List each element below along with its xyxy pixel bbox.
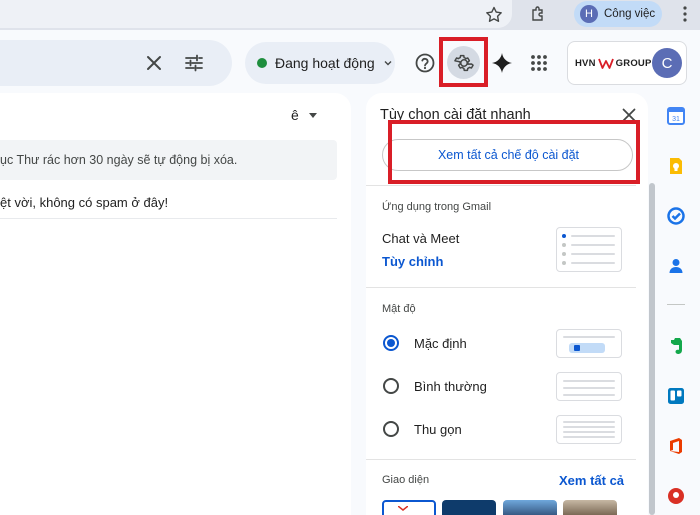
browser-menu-icon[interactable] [677, 4, 693, 24]
theme-section-label: Giao diện [382, 474, 430, 486]
account-switcher[interactable]: HVN GROUP C [567, 41, 687, 85]
addon-icon [668, 488, 684, 504]
chat-meet-label: Chat và Meet [382, 231, 460, 246]
status-dot [257, 58, 267, 68]
caret-down-icon[interactable] [309, 113, 317, 119]
density-section-label: Mật độ [382, 303, 416, 315]
contacts-icon [669, 259, 683, 273]
theme-city-thumb[interactable] [503, 500, 557, 515]
org-logo: HVN GROUP [575, 58, 652, 69]
svg-text:31: 31 [672, 116, 680, 123]
address-bar[interactable] [0, 0, 512, 28]
trello-app[interactable] [665, 385, 687, 407]
settings-highlight-box [439, 37, 488, 87]
section-divider [366, 287, 636, 288]
theme-see-all-link[interactable]: Xem tất cả [559, 473, 624, 488]
theme-default-thumb[interactable] [382, 500, 436, 515]
apps-section-label: Ứng dụng trong Gmail [382, 201, 492, 213]
density-compact-label[interactable]: Thu gọn [414, 422, 462, 437]
section-divider [366, 459, 636, 460]
clear-search-icon[interactable] [143, 52, 165, 74]
density-compact-radio[interactable] [383, 421, 399, 437]
contacts-app[interactable] [665, 255, 687, 277]
see-all-settings-highlight-box [388, 120, 640, 184]
theme-landscape-thumb[interactable] [563, 500, 617, 515]
density-comfortable-label[interactable]: Bình thường [414, 379, 487, 394]
extensions-icon[interactable] [529, 4, 549, 24]
empty-spam-message: ệt vời, không có spam ở đây! [0, 195, 169, 210]
gmail-window: H Công việc Đang hoạt động HVN GROUP C ê [0, 0, 700, 515]
status-dropdown[interactable]: Đang hoạt động [245, 42, 395, 84]
profile-name: Công việc [604, 8, 656, 20]
apps-grid-icon[interactable] [528, 52, 550, 74]
spam-notice-text: ục Thư rác hơn 30 ngày sẽ tự động bị xóa… [0, 153, 238, 167]
keep-app[interactable] [665, 155, 687, 177]
section-divider [366, 185, 636, 186]
density-default-preview[interactable] [556, 329, 622, 358]
evernote-icon [671, 338, 682, 354]
office-icon [670, 438, 682, 454]
chat-layout-preview[interactable] [556, 227, 622, 272]
browser-toolbar: H Công việc [0, 0, 700, 30]
mail-list-pane: ê ục Thư rác hơn 30 ngày sẽ tự động bị x… [0, 93, 351, 515]
keep-icon [670, 158, 682, 174]
chevron-down-icon [384, 61, 392, 66]
quick-settings-panel: Tùy chọn cài đặt nhanh Xem tất cả chế độ… [366, 93, 648, 515]
addon-app[interactable] [665, 485, 687, 507]
density-default-label[interactable]: Mặc định [414, 336, 467, 351]
trello-icon [668, 388, 684, 404]
help-icon[interactable] [414, 52, 436, 74]
org-logo-left: HVN [575, 58, 596, 69]
tasks-app[interactable] [665, 205, 687, 227]
tasks-icon [667, 207, 685, 225]
gmail-logo-icon [398, 506, 408, 513]
search-options-icon[interactable] [183, 52, 205, 74]
office-app[interactable] [665, 435, 687, 457]
spam-notice-bar: ục Thư rác hơn 30 ngày sẽ tự động bị xóa… [0, 140, 337, 180]
org-logo-mark-icon [597, 58, 614, 69]
status-label: Đang hoạt động [275, 55, 375, 71]
evernote-app[interactable] [665, 335, 687, 357]
side-panel-divider [667, 304, 685, 305]
sort-label[interactable]: ê [291, 107, 299, 123]
account-avatar: C [652, 48, 682, 78]
divider [0, 218, 337, 219]
density-comfortable-radio[interactable] [383, 378, 399, 394]
calendar-app[interactable]: 31 [665, 105, 687, 127]
density-compact-preview[interactable] [556, 415, 622, 444]
density-default-radio[interactable] [383, 335, 399, 351]
customize-link[interactable]: Tùy chỉnh [382, 254, 443, 269]
browser-profile-chip[interactable]: H Công việc [574, 1, 662, 27]
density-comfortable-preview[interactable] [556, 372, 622, 401]
calendar-icon: 31 [667, 107, 685, 125]
org-logo-right: GROUP [615, 58, 652, 69]
settings-scrollbar-thumb[interactable] [649, 183, 655, 515]
gemini-sparkle-icon[interactable] [490, 51, 514, 75]
bookmark-star-icon[interactable] [484, 5, 504, 25]
theme-dark-blue-thumb[interactable] [442, 500, 496, 515]
profile-avatar: H [580, 5, 598, 23]
